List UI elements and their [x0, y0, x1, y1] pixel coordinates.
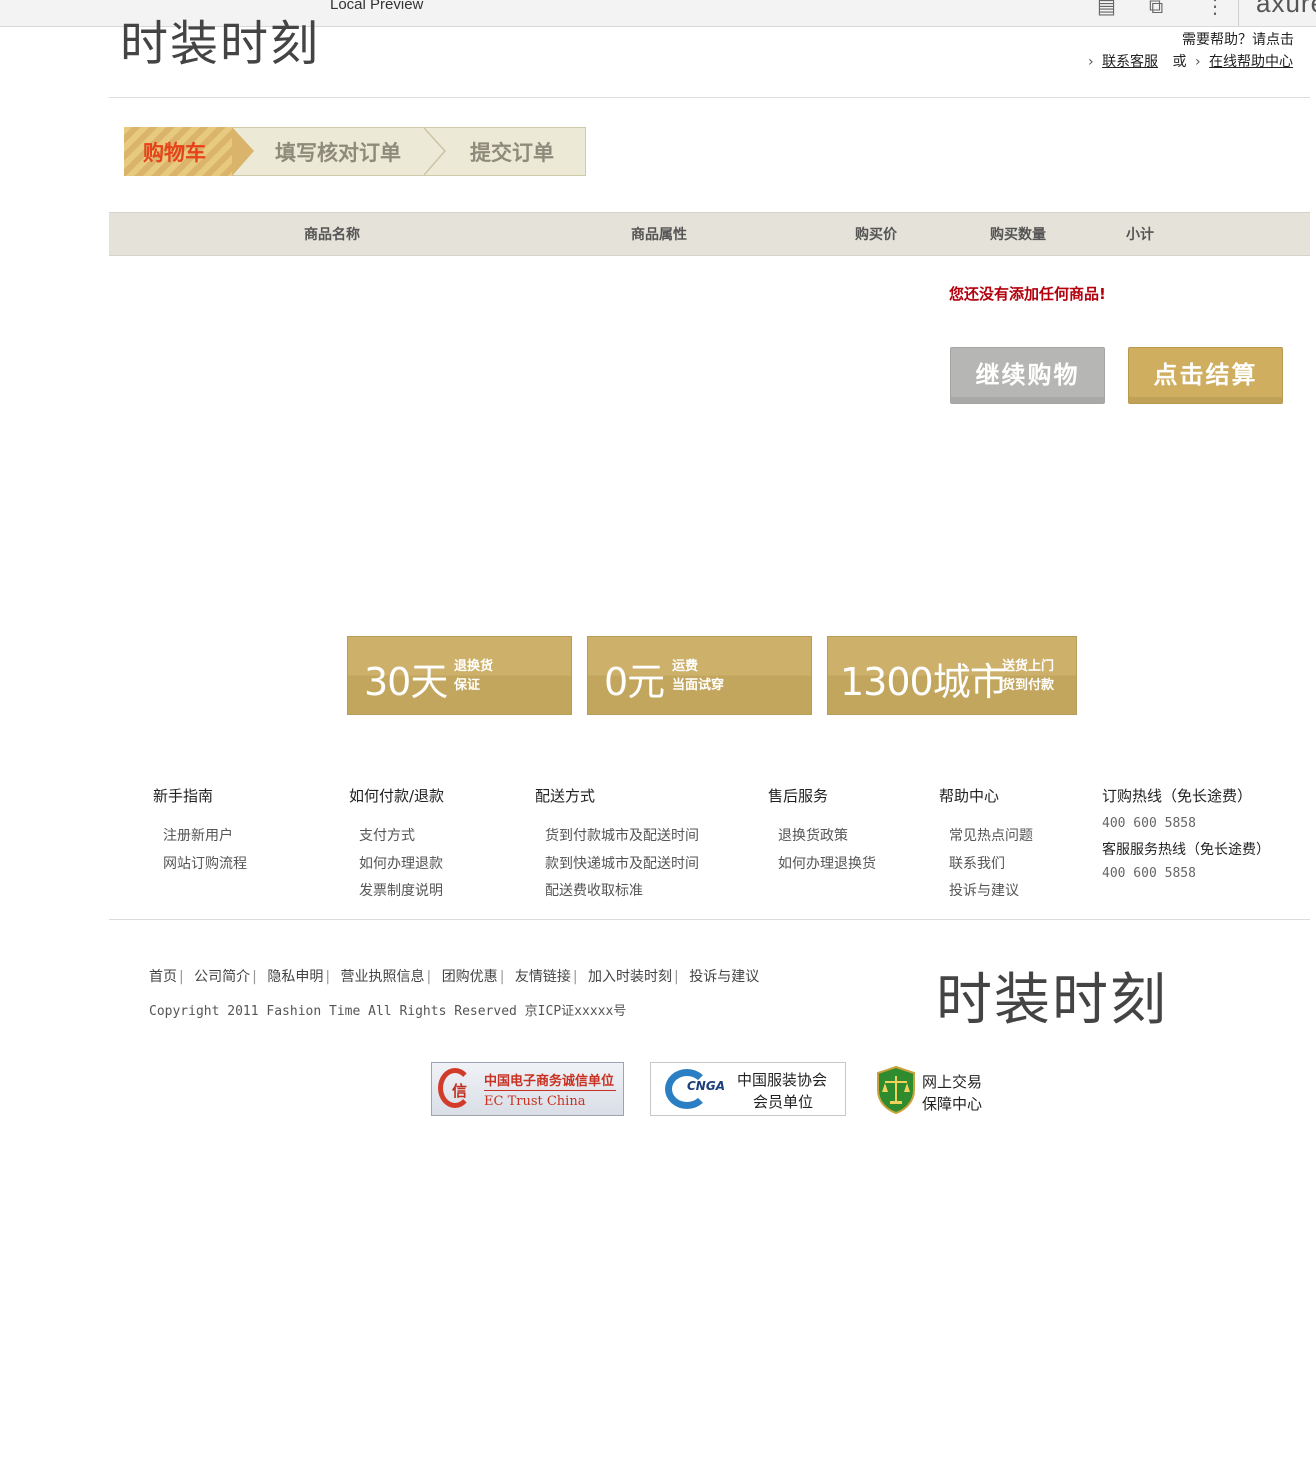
scales-shield-icon[interactable]: [876, 1066, 916, 1114]
col-product-name: 商品名称: [304, 227, 360, 243]
footer-col-title: 如何付款/退款: [349, 787, 445, 805]
promo-returns: 30天 退换货 保证: [347, 636, 572, 715]
checkout-button[interactable]: 点击结算: [1128, 347, 1283, 404]
bottom-link-friends[interactable]: 友情链接: [515, 969, 571, 985]
cnga-badge-subtitle: 会员单位: [753, 1093, 814, 1111]
service-hotline-title: 客服服务热线（免长途费）: [1102, 842, 1270, 858]
or-text: 或: [1172, 54, 1187, 70]
step-submit-order: 提交订单: [470, 141, 554, 165]
promo-sub: 退换货 保证: [454, 659, 494, 693]
bottom-link-privacy[interactable]: 隐私申明: [267, 969, 323, 985]
axure-brand: axure: [1256, 0, 1316, 18]
footer-link[interactable]: 如何办理退款: [359, 853, 443, 873]
footer-link[interactable]: 支付方式: [359, 825, 415, 845]
help-links: › 联系客服 或 › 在线帮助中心: [1084, 51, 1293, 71]
footer-link[interactable]: 款到快递城市及配送时间: [545, 853, 699, 873]
more-vert-icon[interactable]: ⋮: [1205, 0, 1225, 18]
ec-trust-badge[interactable]: 信 中国电子商务诚信单位 EC Trust China: [431, 1062, 624, 1116]
footer-logo: 时装时刻: [936, 968, 1168, 1033]
promo-shipping: 0元 运费 当面试穿: [587, 636, 812, 715]
step-divider-chevron-inner: [424, 129, 444, 174]
trade-badge-line1: 网上交易: [922, 1073, 983, 1091]
footer-col-title: 帮助中心: [939, 787, 1000, 805]
col-product-attr: 商品属性: [631, 227, 687, 243]
bottom-link-license[interactable]: 营业执照信息: [341, 969, 425, 985]
footer-col-title: 新手指南: [153, 787, 214, 805]
promo-sub: 送货上门 货到付款: [1002, 659, 1055, 693]
footer-link[interactable]: 配送费收取标准: [545, 880, 643, 900]
col-quantity: 购买数量: [990, 227, 1046, 243]
toolbar-divider: [1238, 0, 1239, 26]
help-prompt: 需要帮助？请点击: [1182, 32, 1294, 48]
cnga-mark: CNGA: [687, 1079, 725, 1093]
bottom-link-about[interactable]: 公司简介: [194, 969, 250, 985]
footer-link[interactable]: 发票制度说明: [359, 880, 443, 900]
footer-link[interactable]: 网站订购流程: [163, 853, 247, 873]
footer-link[interactable]: 退换货政策: [778, 825, 848, 845]
footer-link[interactable]: 如何办理退换货: [778, 853, 876, 873]
bottom-link-complaint[interactable]: 投诉与建议: [689, 969, 759, 985]
col-price: 购买价: [855, 227, 897, 243]
copyright: Copyright 2011 Fashion Time All Rights R…: [149, 1004, 627, 1019]
promo-big: 30天: [364, 660, 448, 704]
service-hotline-number: 400 600 5858: [1102, 866, 1196, 881]
bottom-link-home[interactable]: 首页: [149, 969, 177, 985]
col-subtotal: 小计: [1126, 227, 1154, 243]
order-hotline-title: 订购热线（免长途费）: [1102, 787, 1253, 805]
footer-link[interactable]: 投诉与建议: [949, 880, 1019, 900]
promo-sub: 运费 当面试穿: [672, 659, 725, 693]
step-cart-arrow: [232, 127, 254, 176]
promo-cities: 1300城市 送货上门 货到付款: [827, 636, 1077, 715]
chevron-right-icon: ›: [1194, 54, 1201, 70]
footer-link[interactable]: 联系我们: [949, 853, 1005, 873]
promo-big: 1300城市: [840, 660, 1008, 704]
contact-service-link[interactable]: 联系客服: [1102, 54, 1158, 70]
trade-badge-line2: 保障中心: [922, 1095, 983, 1113]
page-icon[interactable]: ▤: [1097, 0, 1116, 18]
preview-title: Local Preview: [330, 0, 424, 13]
continue-shopping-button[interactable]: 继续购物: [950, 347, 1105, 404]
footer-col-title: 售后服务: [768, 787, 829, 805]
ec-badge-subtitle: EC Trust China: [484, 1094, 586, 1109]
cnga-badge-title: 中国服装协会: [737, 1071, 828, 1089]
order-hotline-number: 400 600 5858: [1102, 816, 1196, 831]
ec-badge-title: 中国电子商务诚信单位: [484, 1074, 615, 1089]
footer-divider: [109, 919, 1310, 920]
cnga-badge[interactable]: CNGA 中国服装协会 会员单位: [650, 1062, 846, 1116]
footer-col-title: 配送方式: [535, 787, 596, 805]
empty-cart-message: 您还没有添加任何商品!: [949, 285, 1106, 303]
chevron-right-icon: ›: [1088, 54, 1094, 70]
ec-divider: [484, 1090, 616, 1091]
bottom-link-group-buy[interactable]: 团购优惠: [442, 969, 498, 985]
footer-link[interactable]: 货到付款城市及配送时间: [545, 825, 699, 845]
footer-link[interactable]: 常见热点问题: [949, 825, 1033, 845]
bottom-link-join[interactable]: 加入时装时刻: [588, 969, 672, 985]
header-divider: [109, 97, 1310, 98]
bottom-nav: 首页 | 公司简介 | 隐私申明 | 营业执照信息 | 团购优惠 | 友情链接 | 加入时装…: [149, 969, 760, 985]
footer-link[interactable]: 注册新用户: [163, 825, 233, 845]
help-center-link[interactable]: 在线帮助中心: [1209, 54, 1293, 70]
ec-mark: 信: [452, 1082, 468, 1100]
promo-big: 0元: [604, 660, 665, 704]
site-logo[interactable]: 时装时刻: [120, 14, 320, 74]
step-cart: 购物车: [143, 141, 206, 165]
step-fill-order: 填写核对订单: [275, 141, 401, 165]
export-icon[interactable]: ⧉: [1149, 0, 1163, 18]
